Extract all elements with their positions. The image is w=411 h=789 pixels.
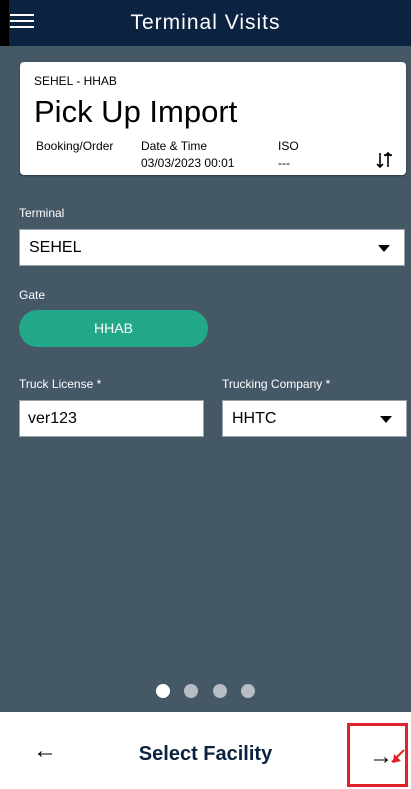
main-content: SEHEL - HHAB Pick Up Import Booking/Orde… (0, 46, 411, 712)
page-dot[interactable] (212, 684, 227, 698)
booking-label: Booking/Order (36, 139, 114, 153)
next-button[interactable]: → (347, 723, 408, 787)
trucking-company-select[interactable]: HHTC (222, 400, 407, 437)
visit-summary-card: SEHEL - HHAB Pick Up Import Booking/Orde… (20, 62, 406, 175)
cursor-pointer-icon (391, 749, 405, 763)
terminal-selected-value: SEHEL (29, 239, 82, 256)
datetime-value: 03/03/2023 00:01 (141, 156, 235, 170)
trucking-company-selected-value: HHTC (232, 410, 277, 427)
app-header: Terminal Visits (0, 0, 411, 46)
page-dot[interactable] (155, 684, 170, 698)
iso-value: --- (278, 156, 290, 170)
truck-license-value: ver123 (28, 410, 77, 427)
page-title: Terminal Visits (130, 11, 281, 34)
chevron-down-icon (380, 416, 392, 423)
visit-code: SEHEL - HHAB (34, 74, 117, 88)
bottom-navigation: ← Select Facility → (0, 712, 411, 789)
terminal-select[interactable]: SEHEL (19, 229, 405, 266)
page-indicator (0, 684, 411, 703)
datetime-label: Date & Time (141, 139, 208, 153)
gate-label: Gate (19, 288, 46, 302)
page-dot[interactable] (184, 684, 199, 698)
chevron-down-icon (378, 245, 390, 252)
visit-type: Pick Up Import (34, 94, 238, 129)
swap-vertical-icon[interactable] (376, 151, 394, 169)
page-dot[interactable] (241, 684, 256, 698)
gate-chip[interactable]: HHAB (19, 310, 208, 347)
truck-license-label: Truck License * (19, 377, 102, 391)
trucking-company-label: Trucking Company * (222, 377, 331, 391)
terminal-label: Terminal (19, 206, 65, 220)
iso-label: ISO (278, 139, 299, 153)
truck-license-input[interactable]: ver123 (19, 400, 204, 437)
